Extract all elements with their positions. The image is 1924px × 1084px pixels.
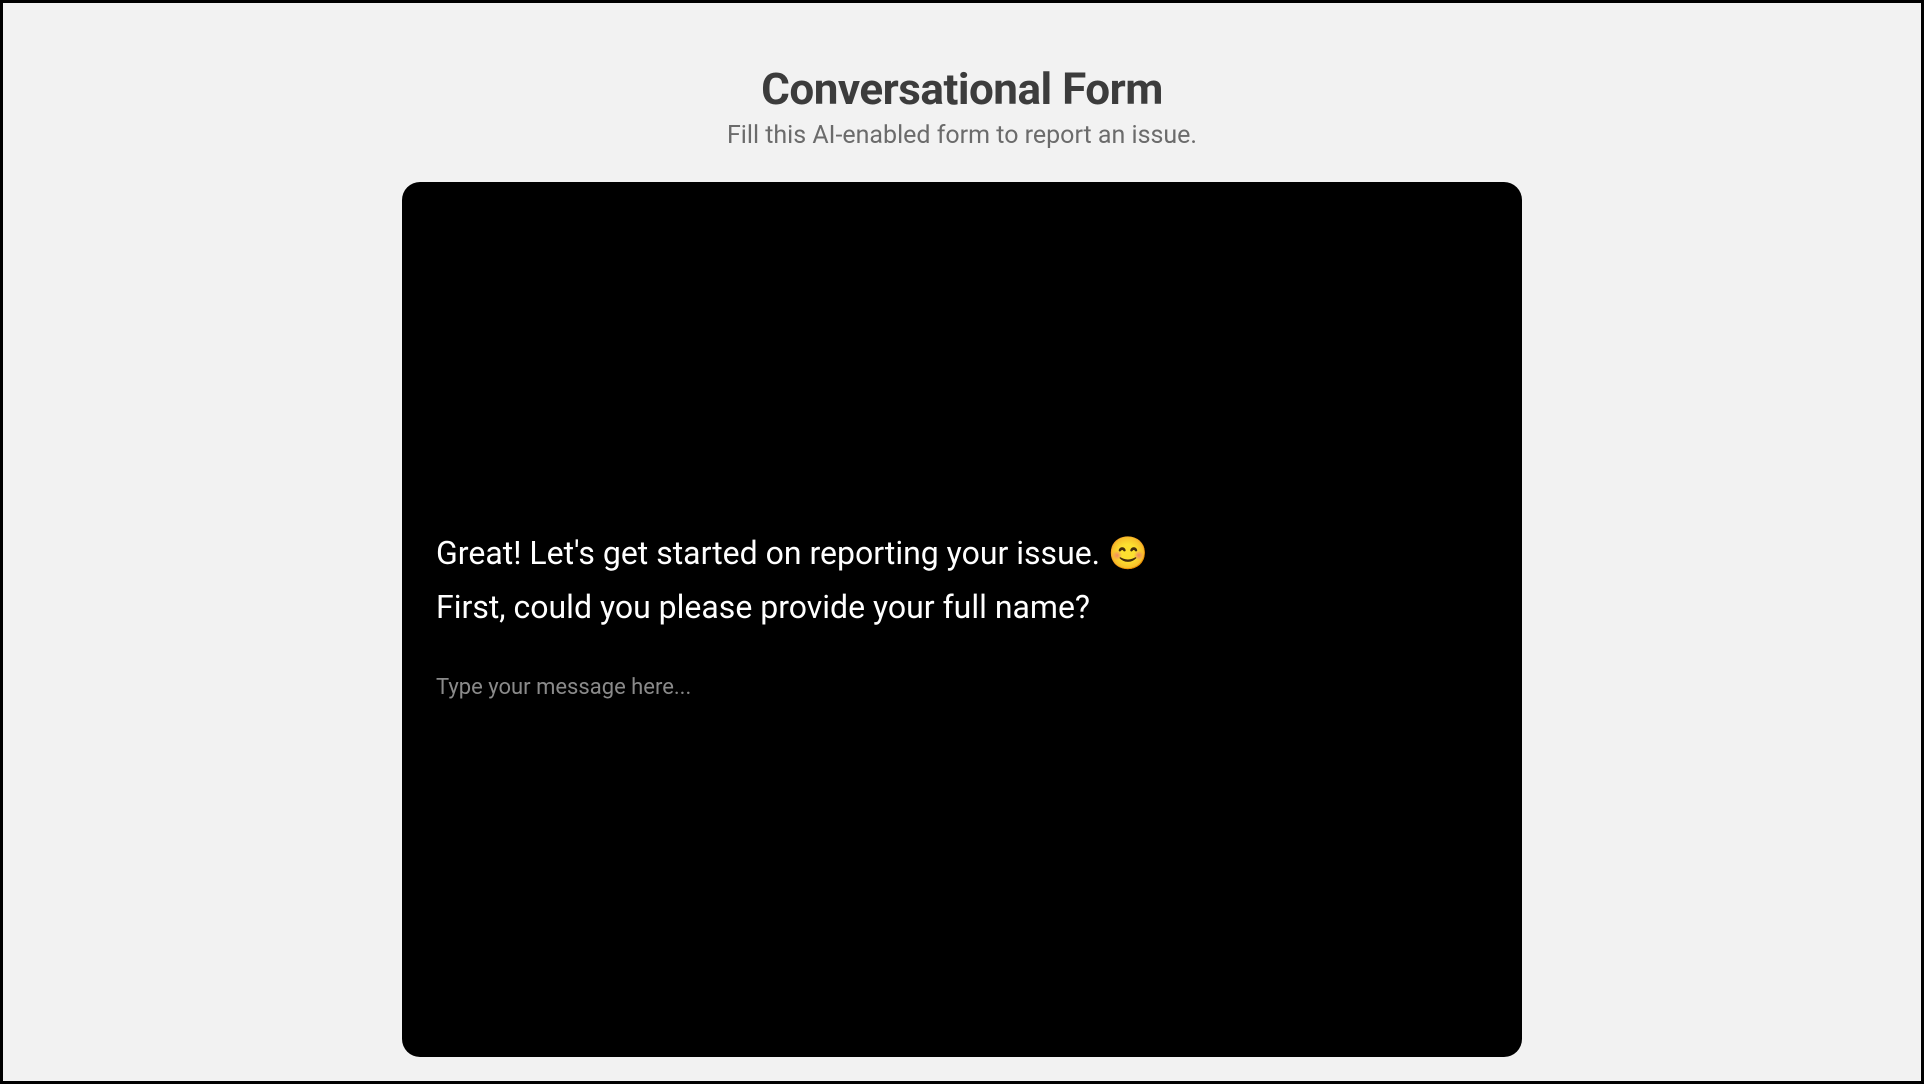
page-title: Conversational Form — [727, 63, 1197, 115]
message-input[interactable] — [436, 675, 1488, 700]
chat-top-spacer — [436, 216, 1488, 526]
message-input-wrap — [436, 675, 1488, 700]
page-root: Conversational Form Fill this AI-enabled… — [3, 3, 1921, 1081]
page-subtitle: Fill this AI-enabled form to report an i… — [727, 121, 1197, 150]
page-header: Conversational Form Fill this AI-enabled… — [727, 63, 1197, 150]
chat-card: Great! Let's get started on reporting yo… — [402, 182, 1522, 1057]
assistant-message: Great! Let's get started on reporting yo… — [436, 526, 1488, 635]
